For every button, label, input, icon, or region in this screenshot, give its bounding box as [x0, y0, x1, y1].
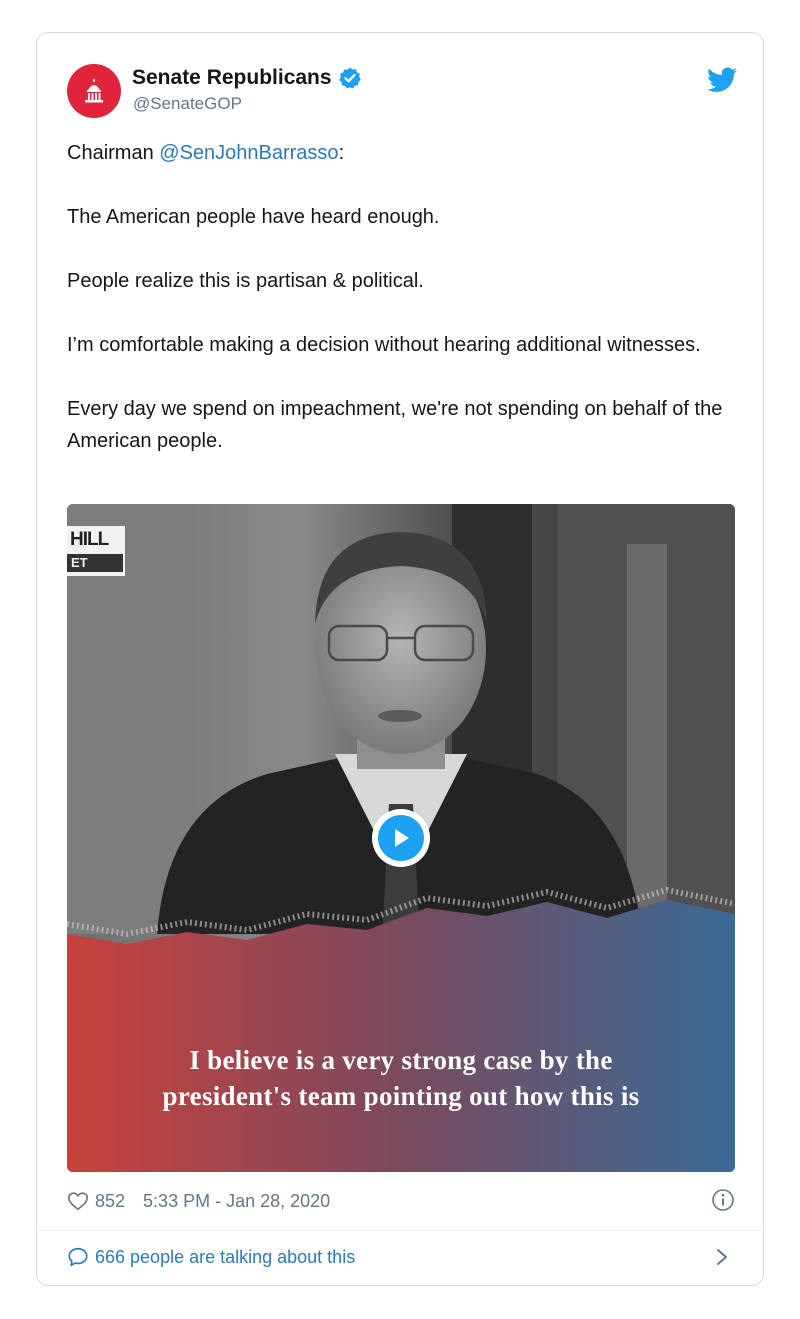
avatar[interactable] [67, 64, 121, 118]
author-name-text: Senate Republicans [132, 66, 332, 89]
tweet-intro: Chairman @SenJohnBarrasso: [67, 137, 727, 169]
tweet-text: Chairman @SenJohnBarrasso: The American … [67, 137, 727, 489]
like-count[interactable]: 852 [95, 1191, 125, 1212]
tweet-paragraph: Every day we spend on impeachment, we're… [67, 398, 723, 452]
heart-icon[interactable] [67, 1190, 89, 1212]
mention-link[interactable]: @SenJohnBarrasso [159, 142, 338, 164]
twitter-bird-icon[interactable] [707, 67, 737, 93]
info-icon[interactable] [711, 1188, 735, 1212]
tweet-suffix: : [338, 142, 345, 164]
tweet-paragraph: The American people have heard enough. [67, 206, 440, 228]
timestamp[interactable]: 5:33 PM - Jan 28, 2020 [143, 1191, 330, 1212]
caption-line: I believe is a very strong case by the [189, 1045, 613, 1075]
divider [37, 1230, 763, 1231]
author-handle[interactable]: @SenateGOP [133, 94, 242, 114]
play-icon [395, 829, 409, 847]
author-name[interactable]: Senate Republicans [132, 66, 362, 90]
caption-line: president's team pointing out how this i… [162, 1081, 640, 1111]
play-button[interactable] [372, 809, 430, 867]
tweet-card: Senate Republicans @SenateGOP Chairman @… [36, 32, 764, 1286]
network-watermark: HILL ET [67, 526, 125, 576]
tweet-prefix: Chairman [67, 142, 160, 164]
video-thumbnail[interactable]: HILL ET I believe is a very strong case … [67, 504, 735, 1172]
verified-badge-icon [338, 67, 361, 89]
watermark-bottom: ET [67, 554, 123, 572]
capitol-icon [85, 79, 103, 103]
speech-bubble-icon [68, 1247, 88, 1267]
conversation-text: 666 people are talking about this [95, 1246, 356, 1267]
tweet-paragraph: People realize this is partisan & politi… [67, 270, 424, 292]
play-button-inner [378, 815, 424, 861]
tweet-paragraph: I’m comfortable making a decision withou… [67, 334, 701, 356]
watermark-top: HILL [70, 529, 109, 550]
conversation-link[interactable]: 666 people are talking about this [67, 1244, 735, 1270]
video-caption: I believe is a very strong case by the p… [67, 1042, 735, 1114]
tweet-meta: 852 5:33 PM - Jan 28, 2020 [67, 1188, 735, 1214]
chevron-right-icon [717, 1249, 727, 1265]
